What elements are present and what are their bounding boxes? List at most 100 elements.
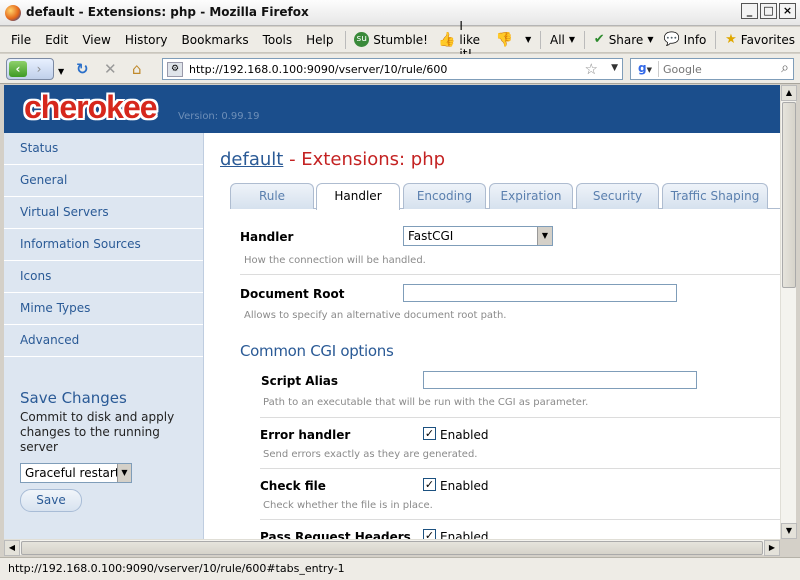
scroll-left-arrow-icon[interactable]: ◀ — [4, 540, 20, 556]
favorites-button[interactable]: ★ Favorites — [720, 32, 800, 47]
menu-history[interactable]: History — [118, 33, 175, 47]
restart-mode-select[interactable]: Graceful restart ▼ — [20, 463, 132, 483]
thumbs-down-icon: 👎 — [495, 31, 514, 48]
horizontal-scrollbar[interactable]: ◀ ▶ — [4, 539, 780, 556]
search-input[interactable] — [663, 61, 773, 77]
info-button[interactable]: 💬 Info — [658, 32, 711, 47]
check-file-help: Check whether the file is in place. — [263, 500, 433, 511]
divider — [260, 417, 780, 418]
info-label: Info — [683, 32, 707, 47]
star-icon: ★ — [725, 32, 737, 47]
menu-file[interactable]: File — [4, 33, 38, 47]
page-viewport: cherokee Version: 0.99.19 Status General… — [4, 85, 780, 539]
sidebar-item-mime-types[interactable]: Mime Types — [4, 293, 203, 325]
sidebar-item-status[interactable]: Status — [4, 133, 203, 165]
script-alias-input[interactable] — [423, 371, 697, 389]
check-file-label: Check file — [260, 479, 326, 493]
menu-separator — [584, 30, 585, 49]
handler-value: FastCGI — [408, 229, 454, 243]
handler-select[interactable]: FastCGI ▼ — [403, 226, 553, 246]
vertical-scroll-thumb[interactable] — [782, 102, 796, 288]
navigation-toolbar: ‹ › ▼ ↻ ✕ ⌂ ⚙ http://192.168.0.100:9090/… — [0, 54, 800, 84]
page-title-rest: - Extensions: php — [283, 149, 446, 170]
error-handler-help: Send errors exactly as they are generate… — [263, 449, 478, 460]
divider — [260, 519, 780, 520]
share-button[interactable]: ✔ Share ▼ — [589, 32, 659, 47]
scroll-down-arrow-icon[interactable]: ▼ — [781, 523, 797, 539]
tab-security[interactable]: Security — [576, 183, 659, 209]
menu-separator — [344, 30, 346, 49]
menu-view[interactable]: View — [75, 33, 117, 47]
google-engine-icon[interactable]: g▼ — [633, 61, 659, 77]
sidebar-item-icons[interactable]: Icons — [4, 261, 203, 293]
document-root-label: Document Root — [240, 287, 345, 301]
forward-arrow-icon[interactable]: › — [31, 61, 47, 77]
menu-bar: File Edit View History Bookmarks Tools H… — [0, 19, 800, 61]
thumbs-up-icon: 👍 — [437, 31, 456, 48]
save-changes-title: Save Changes — [20, 389, 127, 407]
history-dropdown-icon[interactable]: ▼ — [58, 64, 64, 80]
pass-request-headers-label: Pass Request Headers — [260, 530, 411, 539]
favorites-label: Favorites — [740, 32, 795, 47]
divider — [240, 274, 780, 275]
menu-separator — [540, 30, 542, 49]
script-alias-help: Path to an executable that will be run w… — [263, 397, 589, 408]
reload-icon[interactable]: ↻ — [76, 61, 89, 77]
scroll-right-arrow-icon[interactable]: ▶ — [764, 540, 780, 556]
address-url[interactable]: http://192.168.0.100:9090/vserver/10/rul… — [189, 63, 447, 76]
window-titlebar: default - Extensions: php - Mozilla Fire… — [0, 0, 800, 26]
all-button[interactable]: All ▼ — [545, 33, 580, 47]
vserver-link[interactable]: default — [220, 149, 283, 170]
home-icon[interactable]: ⌂ — [132, 61, 142, 77]
chevron-down-icon[interactable]: ▼ — [537, 227, 552, 245]
stumble-button[interactable]: su Stumble! — [349, 32, 433, 47]
menu-help[interactable]: Help — [299, 33, 340, 47]
handler-help: How the connection will be handled. — [244, 255, 426, 266]
sidebar-item-general[interactable]: General — [4, 165, 203, 197]
error-handler-enabled-label: Enabled — [440, 428, 489, 442]
window-controls: _ □ × — [741, 3, 796, 19]
document-root-input[interactable] — [403, 284, 677, 302]
stop-icon[interactable]: ✕ — [104, 61, 117, 77]
url-dropdown-icon[interactable]: ▼ — [611, 63, 618, 73]
horizontal-scroll-thumb[interactable] — [21, 541, 763, 555]
tab-traffic-shaping[interactable]: Traffic Shaping — [662, 183, 768, 209]
thumbs-down-button[interactable]: 👎 ▼ — [491, 32, 537, 48]
close-button[interactable]: × — [779, 3, 796, 19]
handler-label: Handler — [240, 230, 294, 244]
tab-encoding[interactable]: Encoding — [403, 183, 486, 209]
tab-handler[interactable]: Handler — [316, 183, 400, 210]
bookmark-star-icon[interactable]: ☆ — [585, 60, 598, 78]
sidebar-item-advanced[interactable]: Advanced — [4, 325, 203, 357]
save-button[interactable]: Save — [20, 489, 82, 512]
scroll-up-arrow-icon[interactable]: ▲ — [781, 85, 797, 101]
chevron-down-icon[interactable]: ▼ — [117, 464, 131, 482]
vertical-scrollbar[interactable]: ▲ ▼ — [780, 85, 797, 539]
cherokee-logo[interactable]: cherokee — [24, 89, 158, 126]
address-bar[interactable]: ⚙ http://192.168.0.100:9090/vserver/10/r… — [162, 58, 623, 80]
maximize-button[interactable]: □ — [760, 3, 777, 19]
menu-tools[interactable]: Tools — [256, 33, 300, 47]
error-handler-label: Error handler — [260, 428, 351, 442]
error-handler-checkbox[interactable]: ✓ — [423, 427, 436, 440]
divider — [260, 468, 780, 469]
check-file-checkbox[interactable]: ✓ — [423, 478, 436, 491]
menu-edit[interactable]: Edit — [38, 33, 75, 47]
sidebar-item-virtual-servers[interactable]: Virtual Servers — [4, 197, 203, 229]
menu-bookmarks[interactable]: Bookmarks — [175, 33, 256, 47]
share-label: Share — [608, 32, 644, 47]
all-label: All — [550, 32, 565, 47]
minimize-button[interactable]: _ — [741, 3, 758, 19]
share-icon: ✔ — [593, 32, 605, 47]
search-icon[interactable]: ⌕ — [781, 60, 789, 76]
tab-bar: Rule Handler Encoding Expiration Securit… — [230, 183, 780, 210]
tab-expiration[interactable]: Expiration — [489, 183, 573, 209]
search-bar[interactable]: g▼ ⌕ — [630, 58, 794, 80]
back-arrow-icon[interactable]: ‹ — [9, 61, 27, 77]
tab-rule[interactable]: Rule — [230, 183, 314, 209]
chevron-down-icon: ▼ — [525, 35, 532, 44]
sidebar-item-information-sources[interactable]: Information Sources — [4, 229, 203, 261]
sidebar: Status General Virtual Servers Informati… — [4, 133, 204, 539]
page-title: default - Extensions: php — [220, 149, 445, 170]
pass-request-headers-checkbox[interactable]: ✓ — [423, 529, 436, 539]
